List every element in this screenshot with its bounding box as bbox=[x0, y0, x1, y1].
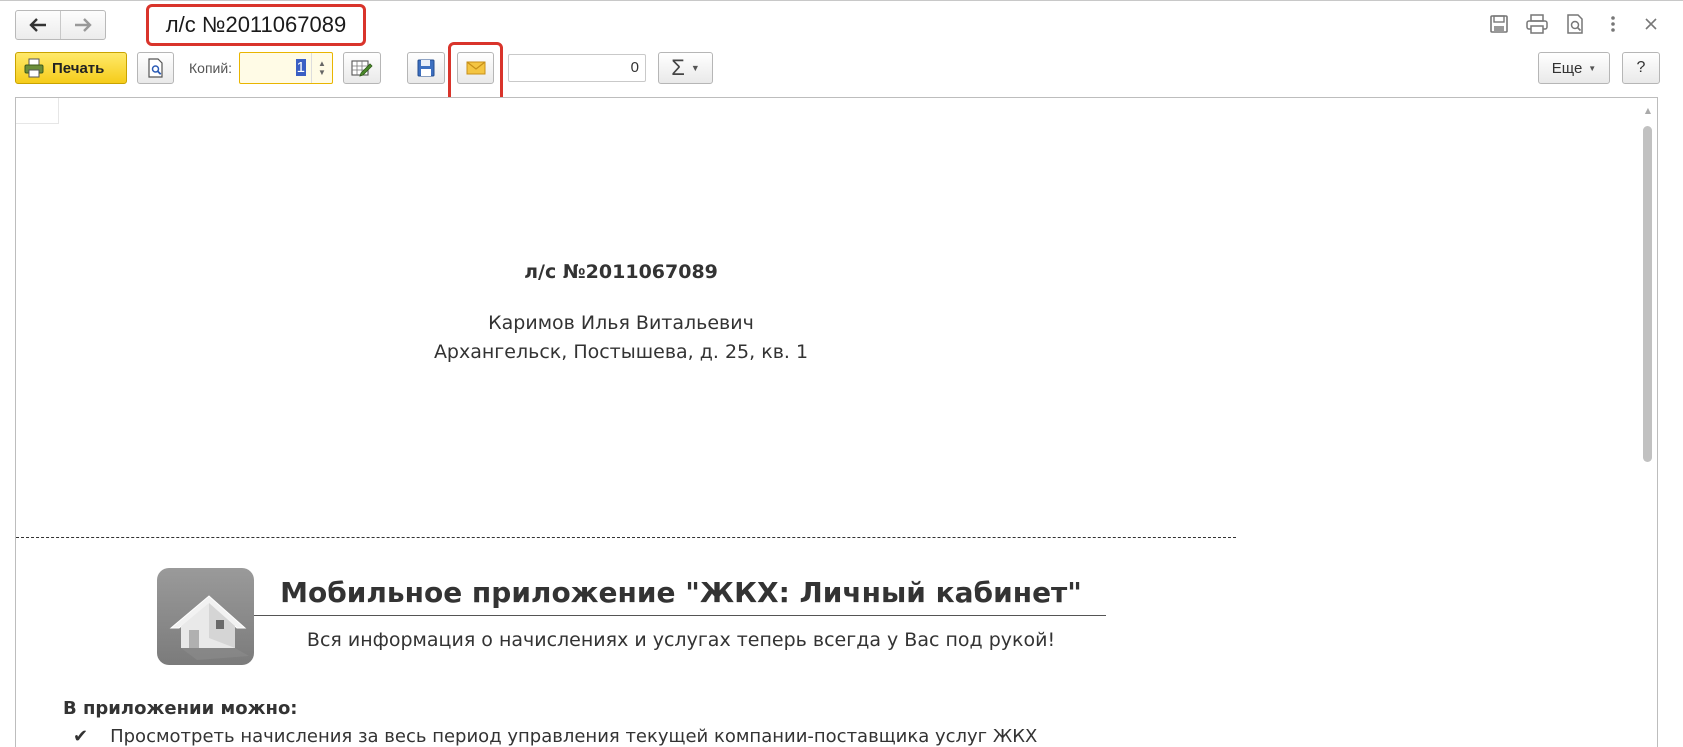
save-file-button[interactable] bbox=[407, 52, 445, 84]
more-button[interactable]: Еще ▼ bbox=[1538, 52, 1610, 84]
copies-label: Копий: bbox=[189, 60, 233, 76]
document-corner-cell bbox=[16, 98, 59, 124]
print-button[interactable]: Печать bbox=[15, 52, 127, 84]
print-icon[interactable] bbox=[1525, 12, 1549, 36]
chevron-down-icon: ▼ bbox=[1588, 63, 1597, 73]
save-icon[interactable] bbox=[1487, 12, 1511, 36]
table-edit-icon bbox=[351, 60, 373, 77]
checkmark-icon: ✔ bbox=[73, 726, 89, 747]
vertical-scrollbar[interactable]: ▲ bbox=[1637, 98, 1657, 747]
owner-name: Каримов Илья Витальевич bbox=[488, 312, 754, 334]
spreadsheet-document[interactable]: л/с №2011067089 Каримов Илья Витальевич … bbox=[15, 97, 1658, 747]
arrow-right-icon bbox=[75, 18, 92, 32]
stepper-down-icon[interactable]: ▼ bbox=[318, 68, 326, 77]
more-vertical-icon[interactable] bbox=[1601, 12, 1625, 36]
sum-icon: Σ bbox=[671, 55, 685, 80]
window-title-highlight: л/с №2011067089 bbox=[146, 4, 366, 46]
floppy-disk-icon bbox=[417, 59, 435, 77]
copies-value: 1 bbox=[295, 59, 306, 76]
forward-button[interactable] bbox=[60, 11, 105, 39]
arrow-left-icon bbox=[29, 18, 46, 32]
features-heading: В приложении можно: bbox=[63, 698, 298, 719]
scrollbar-thumb[interactable] bbox=[1643, 126, 1652, 462]
copies-stepper[interactable]: ▲ ▼ bbox=[311, 53, 332, 83]
printer-icon bbox=[24, 58, 44, 78]
window-title: л/с №2011067089 bbox=[165, 12, 347, 37]
page-preview-icon bbox=[147, 58, 163, 78]
edit-mode-button[interactable] bbox=[343, 52, 381, 84]
back-button[interactable] bbox=[16, 11, 60, 39]
copies-value-wrap: 1 bbox=[240, 53, 311, 83]
house-logo-icon bbox=[157, 568, 254, 665]
help-button[interactable]: ? bbox=[1622, 52, 1660, 84]
window-top-border bbox=[0, 0, 1683, 1]
envelope-icon bbox=[466, 61, 485, 75]
cut-line-divider bbox=[16, 537, 1236, 538]
window-controls bbox=[1487, 12, 1663, 36]
preview-icon[interactable] bbox=[1563, 12, 1587, 36]
promo-title: Мобильное приложение "ЖКХ: Личный кабине… bbox=[280, 576, 1082, 609]
scroll-up-icon[interactable]: ▲ bbox=[1645, 106, 1651, 115]
send-email-button[interactable] bbox=[457, 52, 494, 84]
navigation-buttons bbox=[15, 10, 106, 40]
chevron-down-icon: ▼ bbox=[690, 63, 700, 73]
feature-list-item: ✔ Просмотреть начисления за весь период … bbox=[73, 726, 1037, 747]
help-button-label: ? bbox=[1636, 59, 1646, 76]
sum-dropdown-button[interactable]: Σ ▼ bbox=[658, 52, 713, 84]
promo-subtitle: Вся информация о начислениях и услугах т… bbox=[306, 629, 1056, 651]
copies-input[interactable]: 1 ▲ ▼ bbox=[239, 52, 333, 84]
owner-address: Архангельск, Постышева, д. 25, кв. 1 bbox=[433, 341, 809, 363]
close-icon[interactable] bbox=[1639, 12, 1663, 36]
promo-title-underline bbox=[254, 615, 1106, 616]
print-button-label: Печать bbox=[52, 59, 105, 77]
feature-text: Просмотреть начисления за весь период уп… bbox=[110, 726, 1038, 747]
stepper-up-icon[interactable]: ▲ bbox=[318, 59, 326, 68]
more-button-label: Еще bbox=[1551, 59, 1583, 77]
account-number: л/с №2011067089 bbox=[524, 261, 718, 283]
print-preview-button[interactable] bbox=[137, 52, 174, 84]
total-value-field[interactable]: 0 bbox=[508, 54, 646, 82]
